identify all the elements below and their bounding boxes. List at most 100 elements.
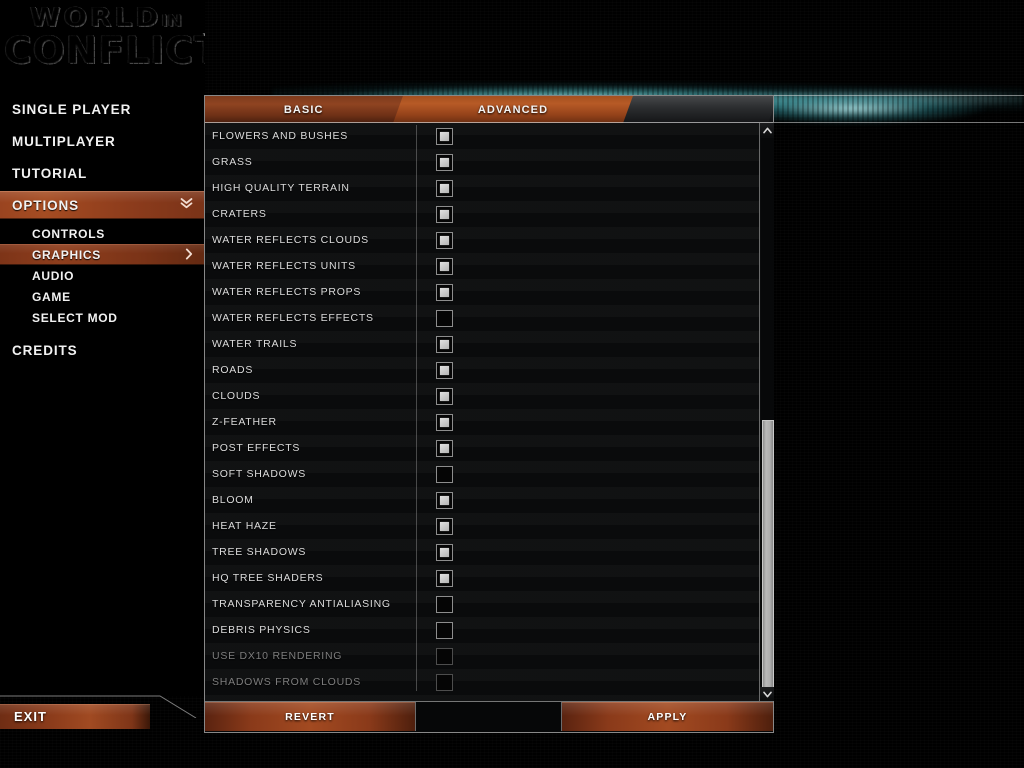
logo-line-2: CONFLICT™ [4, 32, 205, 69]
exit-button[interactable]: EXIT [0, 704, 150, 729]
setting-label: FLOWERS AND BUSHES [212, 130, 349, 142]
apply-button-label: APPLY [647, 710, 688, 723]
setting-checkbox[interactable] [436, 179, 453, 197]
setting-checkbox[interactable] [436, 413, 453, 431]
settings-row[interactable]: BLOOM [205, 487, 759, 513]
setting-label: HEAT HAZE [212, 520, 277, 532]
setting-checkbox[interactable] [436, 569, 453, 587]
settings-row[interactable]: WATER REFLECTS PROPS [205, 279, 759, 305]
checkbox-fill [440, 417, 449, 427]
settings-row[interactable]: WATER REFLECTS UNITS [205, 253, 759, 279]
panel-action-bar: REVERT APPLY [205, 701, 773, 732]
action-bar-gap [416, 702, 561, 732]
setting-checkbox[interactable] [436, 127, 453, 145]
setting-checkbox[interactable] [436, 361, 453, 379]
setting-checkbox[interactable] [436, 257, 453, 275]
settings-row[interactable]: SHADOWS FROM CLOUDS [205, 669, 759, 695]
setting-checkbox[interactable] [436, 387, 453, 405]
tab-basic[interactable]: BASIC [205, 96, 421, 123]
setting-label: WATER REFLECTS PROPS [212, 286, 362, 298]
sidebar-item-label: SINGLE PLAYER [12, 101, 132, 117]
setting-checkbox [436, 673, 453, 691]
setting-checkbox[interactable] [436, 439, 453, 457]
settings-row[interactable]: CLOUDS [205, 383, 759, 409]
sidebar-item-label: GAME [32, 289, 71, 304]
settings-row[interactable]: GRASS [205, 149, 759, 175]
apply-button[interactable]: APPLY [562, 702, 773, 731]
settings-row[interactable]: USE DX10 RENDERING [205, 643, 759, 669]
settings-row[interactable]: HIGH QUALITY TERRAIN [205, 175, 759, 201]
settings-list: FLOWERS AND BUSHES GRASS HIGH QUALITY TERR… [205, 123, 759, 701]
settings-row[interactable]: SOFT SHADOWS [205, 461, 759, 487]
checkbox-fill [440, 235, 449, 245]
setting-checkbox[interactable] [436, 153, 453, 171]
checkbox-fill [440, 314, 449, 323]
chevron-up-icon[interactable] [760, 123, 774, 137]
settings-row[interactable]: FLOWERS AND BUSHES [205, 123, 759, 149]
settings-row[interactable]: ROADS [205, 357, 759, 383]
sidebar-item-options[interactable]: OPTIONS [0, 191, 205, 219]
sidebar-item-multiplayer[interactable]: MULTIPLAYER [0, 127, 205, 155]
options-panel: BASIC ADVANCED FLOWERS AND BUSHES GRASS HI… [204, 95, 774, 733]
setting-checkbox[interactable] [436, 595, 453, 613]
sidebar-item-game[interactable]: GAME [0, 286, 205, 307]
checkbox-fill [440, 470, 449, 479]
checkbox-fill [440, 209, 449, 219]
settings-row[interactable]: DEBRIS PHYSICS [205, 617, 759, 643]
settings-row[interactable]: HEAT HAZE [205, 513, 759, 539]
sidebar-item-audio[interactable]: AUDIO [0, 265, 205, 286]
settings-row[interactable]: POST EFFECTS [205, 435, 759, 461]
checkbox-fill [440, 183, 449, 193]
sidebar-item-label: GRAPHICS [32, 247, 101, 262]
setting-label: WATER REFLECTS EFFECTS [212, 312, 374, 324]
tab-advanced[interactable]: ADVANCED [393, 96, 633, 123]
settings-row[interactable]: Z-FEATHER [205, 409, 759, 435]
checkbox-fill [440, 157, 449, 167]
sidebar-item-controls[interactable]: CONTROLS [0, 223, 205, 244]
logo-line-1: WORLDIN [0, 5, 205, 31]
scrollbar-track[interactable] [761, 138, 774, 692]
sidebar-item-tutorial[interactable]: TUTORIAL [0, 159, 205, 187]
setting-label: WATER TRAILS [212, 338, 298, 350]
checkbox-fill [440, 600, 449, 609]
sidebar-item-single-player[interactable]: SINGLE PLAYER [0, 95, 205, 123]
scrollbar-thumb[interactable] [762, 420, 774, 692]
setting-checkbox[interactable] [436, 465, 453, 483]
exit-button-label: EXIT [14, 709, 47, 724]
revert-button[interactable]: REVERT [205, 702, 415, 731]
settings-row[interactable]: HQ TREE SHADERS [205, 565, 759, 591]
setting-checkbox[interactable] [436, 231, 453, 249]
settings-row[interactable]: WATER REFLECTS EFFECTS [205, 305, 759, 331]
setting-label: SOFT SHADOWS [212, 468, 306, 480]
settings-row[interactable]: TRANSPARENCY ANTIALIASING [205, 591, 759, 617]
setting-checkbox[interactable] [436, 335, 453, 353]
chevron-down-icon[interactable] [760, 687, 774, 701]
settings-row[interactable]: TREE SHADOWS [205, 539, 759, 565]
setting-checkbox[interactable] [436, 205, 453, 223]
settings-row[interactable]: WATER TRAILS [205, 331, 759, 357]
setting-checkbox[interactable] [436, 543, 453, 561]
sidebar-item-label: SELECT MOD [32, 310, 118, 325]
sidebar-item-credits[interactable]: CREDITS [0, 336, 205, 364]
setting-checkbox[interactable] [436, 621, 453, 639]
settings-row[interactable]: CRATERS [205, 201, 759, 227]
setting-checkbox[interactable] [436, 517, 453, 535]
chevron-right-icon [185, 248, 193, 262]
sidebar-item-label: AUDIO [32, 268, 75, 283]
setting-label: BLOOM [212, 494, 254, 506]
setting-label: DEBRIS PHYSICS [212, 624, 311, 636]
setting-checkbox[interactable] [436, 283, 453, 301]
settings-row[interactable]: WATER REFLECTS CLOUDS [205, 227, 759, 253]
setting-checkbox[interactable] [436, 309, 453, 327]
sidebar-item-select-mod[interactable]: SELECT MOD [0, 307, 205, 328]
checkbox-fill [440, 391, 449, 401]
right-frame-line-top [774, 95, 1024, 96]
setting-label: HIGH QUALITY TERRAIN [212, 182, 350, 194]
sidebar-item-graphics[interactable]: GRAPHICS [0, 244, 205, 265]
setting-label: TRANSPARENCY ANTIALIASING [212, 598, 391, 610]
setting-checkbox [436, 647, 453, 665]
settings-scrollbar[interactable] [759, 123, 774, 701]
checkbox-fill [440, 365, 449, 375]
setting-label: HQ TREE SHADERS [212, 572, 324, 584]
setting-checkbox[interactable] [436, 491, 453, 509]
